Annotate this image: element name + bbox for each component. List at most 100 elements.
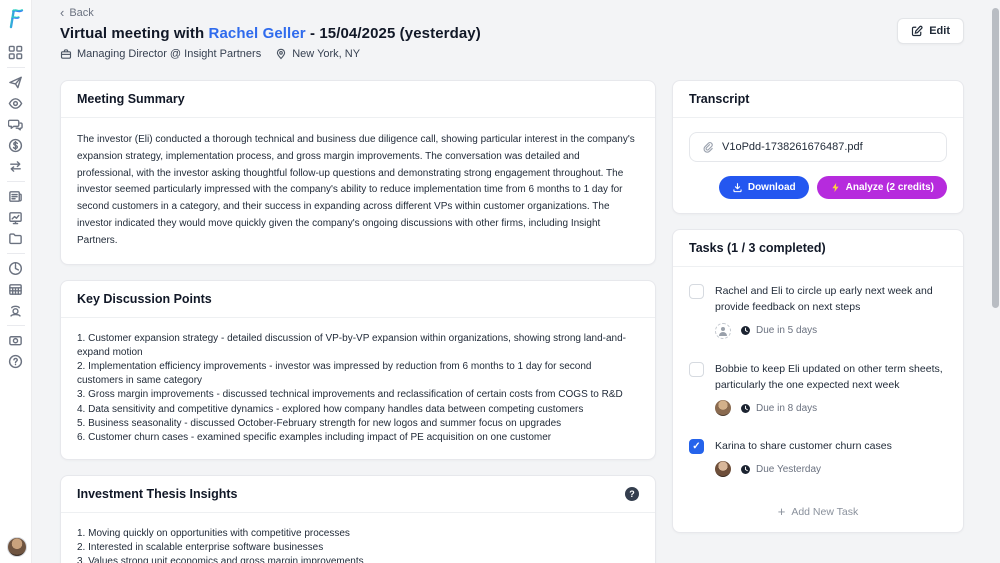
edit-pencil-icon [912,25,923,37]
location-item: New York, NY [275,48,360,60]
task-assignee-avatar[interactable] [715,461,731,478]
task-assignee-avatar[interactable] [715,400,731,417]
table-icon [9,284,22,295]
list-item: 5. Business seasonality - discussed Octo… [77,417,562,429]
sidebar-item-exchanges[interactable] [4,156,28,177]
task-text: Bobbie to keep Eli updated on other term… [715,362,943,391]
app-logo[interactable] [5,6,27,30]
sidebar-divider [6,67,25,68]
back-label: Back [69,6,94,19]
analyze-button[interactable]: Analyze (2 credits) [816,176,947,199]
investment-thesis-card: Investment Thesis Insights ? 1. Moving q… [60,475,656,563]
list-item: 2. Implementation efficiency improvement… [77,360,592,387]
download-label: Download [747,182,796,193]
location-pin-icon [277,48,286,60]
time-icon [8,261,23,276]
analyze-label: Analyze (2 credits) [845,182,934,193]
task-text: Rachel and Eli to circle up early next w… [715,285,933,314]
key-discussion-points-card: Key Discussion Points 1. Customer expans… [60,279,656,461]
list-item: 3. Values strong unit economics and gros… [77,556,364,563]
briefcase-icon [60,49,72,59]
download-icon [733,183,742,193]
task-checkbox[interactable] [689,439,704,455]
dollar-icon [8,138,23,153]
task-due: Due Yesterday [740,464,821,475]
sidebar-item-dashboard[interactable] [4,42,28,63]
transcript-file[interactable]: V1oPdd-1738261676487.pdf [689,132,947,162]
discussion-points-list: 1. Customer expansion strategy - detaile… [61,318,655,460]
task-due-text: Due in 8 days [756,402,818,414]
back-link[interactable]: ‹ Back [60,6,964,19]
task-row: Karina to share customer churn cases Due… [689,426,947,487]
sidebar-item-files[interactable] [4,228,28,249]
help-icon [8,354,23,369]
task-due: Due in 5 days [740,325,817,336]
contacts-icon [10,305,21,317]
meeting-subtitle: Managing Director @ Insight Partners New… [60,48,964,60]
sidebar-item-conversations[interactable] [4,114,28,135]
lightning-bolt-icon [832,183,839,192]
card-title: Meeting Summary [77,92,185,106]
help-icon[interactable]: ? [625,487,639,502]
sidebar-item-history[interactable] [4,258,28,279]
sidebar-item-presentations[interactable] [4,207,28,228]
task-checkbox[interactable] [689,361,704,377]
video-icon [9,336,22,346]
sidebar-divider [6,325,25,326]
sidebar-item-network[interactable] [4,300,28,321]
sidebar-item-recordings[interactable] [4,330,28,351]
add-new-task-button[interactable]: + Add New Task [673,493,963,532]
sidebar-item-help[interactable] [4,351,28,372]
send-icon [9,76,22,89]
edit-label: Edit [929,25,950,37]
sidebar-nav [4,42,28,372]
card-title: Tasks (1 / 3 completed) [689,241,826,255]
role-text: Managing Director @ Insight Partners [77,48,262,60]
file-name: V1oPdd-1738261676487.pdf [722,141,863,153]
list-item: 1. Moving quickly on opportunities with … [77,528,350,540]
page-title: Virtual meeting with Rachel Geller - 15/… [60,25,964,42]
task-due: Due in 8 days [740,403,817,414]
paperclip-icon [703,142,713,153]
scrollbar-thumb[interactable] [992,8,999,308]
task-row: Bobbie to keep Eli updated on other term… [689,349,947,427]
task-checkbox[interactable] [689,284,704,299]
list-item: 1. Customer expansion strategy - detaile… [77,332,627,358]
sidebar-item-tables[interactable] [4,279,28,300]
chevron-left-icon: ‹ [60,5,65,20]
task-assignee-avatar[interactable] [715,322,731,339]
list-item: 3. Gross margin improvements - discussed… [77,389,623,401]
clock-icon [741,403,750,413]
card-title: Transcript [689,92,750,106]
sidebar-item-views[interactable] [4,93,28,114]
sidebar-item-deals[interactable] [4,135,28,156]
role-item: Managing Director @ Insight Partners [60,48,261,60]
edit-button[interactable]: Edit [897,18,964,44]
card-title: Key Discussion Points [77,291,212,306]
card-title: Investment Thesis Insights [77,487,238,502]
tasks-card: Tasks (1 / 3 completed) Rachel and Eli t… [672,229,964,534]
sidebar-divider [6,253,25,254]
thesis-insights-list: 1. Moving quickly on opportunities with … [61,513,655,563]
swap-arrows-icon [10,161,21,172]
download-button[interactable]: Download [718,176,809,199]
list-item: 4. Data sensitivity and competitive dyna… [77,403,584,415]
sidebar-item-outreach[interactable] [4,72,28,93]
presentation-icon [9,212,22,225]
sidebar [0,0,32,563]
transcript-card: Transcript V1oPdd-1738261676487.pdf Down… [672,80,964,214]
sidebar-divider [6,181,25,182]
eye-icon [8,98,23,109]
clock-icon [741,326,750,335]
user-avatar[interactable] [7,537,27,557]
task-due-text: Due in 5 days [756,325,818,337]
title-prefix: Virtual meeting with [60,25,209,42]
sidebar-item-news[interactable] [4,186,28,207]
person-name-link[interactable]: Rachel Geller [209,25,306,42]
title-suffix: - 15/04/2025 (yesterday) [305,25,481,42]
plus-icon: + [777,504,786,520]
list-item: 2. Interested in scalable enterprise sof… [77,542,324,554]
meeting-summary-text: The investor (Eli) conducted a thorough … [77,134,635,246]
add-task-label: Add New Task [791,505,859,518]
list-item: 6. Customer churn cases - examined speci… [77,431,552,443]
